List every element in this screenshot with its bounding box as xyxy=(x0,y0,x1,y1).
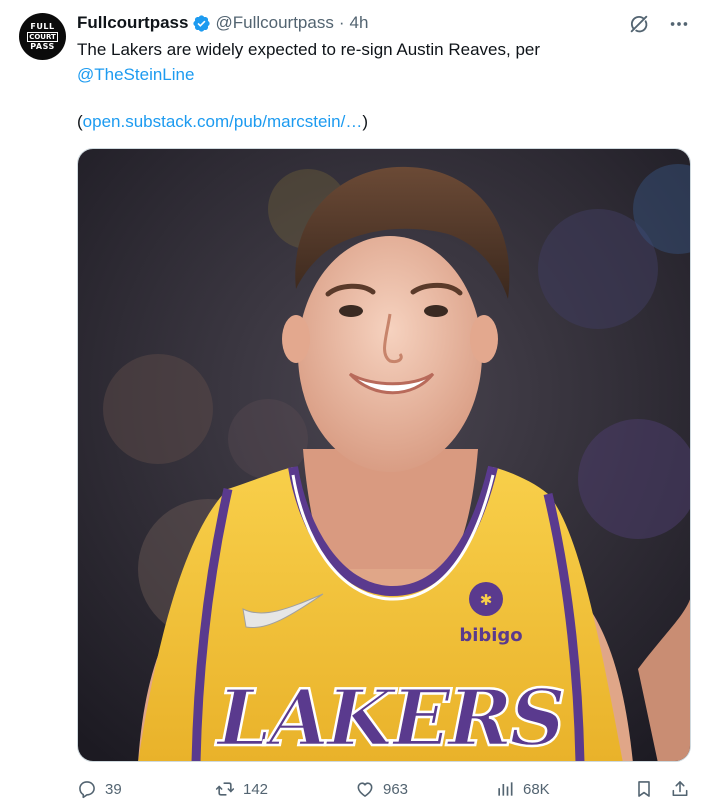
avatar-text-line-1: FULL xyxy=(30,21,55,31)
tweet[interactable]: FULL COURT PASS Fullcourtpass @Fullcourt… xyxy=(0,0,704,810)
retweet-count: 142 xyxy=(243,780,269,798)
retweet-button[interactable]: 142 xyxy=(215,779,268,799)
avatar-text-line-2: COURT xyxy=(27,31,58,42)
retweet-icon xyxy=(215,782,235,796)
share-icon xyxy=(672,781,688,797)
avatar-text-line-3: PASS xyxy=(30,41,55,51)
tweet-top-actions xyxy=(628,13,690,35)
heart-icon xyxy=(357,782,373,797)
views-button[interactable]: 68K xyxy=(495,779,550,799)
tweet-actions-bar: 39 142 963 68K xyxy=(77,775,691,803)
like-button[interactable]: 963 xyxy=(355,779,408,799)
verified-badge-icon[interactable] xyxy=(192,14,211,33)
tweet-photo[interactable]: ✱ bibigo LAKERS xyxy=(77,148,691,762)
grok-icon[interactable] xyxy=(628,13,650,35)
mention-link[interactable]: @TheSteinLine xyxy=(77,62,677,87)
avatar[interactable]: FULL COURT PASS xyxy=(19,13,66,60)
bookmark-button[interactable] xyxy=(634,779,654,799)
views-icon xyxy=(498,782,513,796)
more-options-icon[interactable] xyxy=(668,13,690,35)
reply-icon xyxy=(79,781,95,799)
svg-text:✱: ✱ xyxy=(480,591,493,609)
url-close-paren: ) xyxy=(362,112,369,131)
like-count: 963 xyxy=(383,780,409,798)
reply-button[interactable]: 39 xyxy=(77,779,122,799)
tweet-timestamp[interactable]: 4h xyxy=(350,13,369,33)
author-name[interactable]: Fullcourtpass xyxy=(77,13,188,33)
author-handle[interactable]: @Fullcourtpass xyxy=(215,13,333,33)
bookmark-icon xyxy=(638,781,650,797)
tweet-body: The Lakers are widely expected to re-sig… xyxy=(77,40,541,59)
reply-count: 39 xyxy=(105,780,122,798)
jersey-lakers-text: LAKERS xyxy=(215,673,563,762)
header-separator: · xyxy=(338,13,345,32)
tweet-header: Fullcourtpass @Fullcourtpass · 4h xyxy=(77,12,368,34)
tweet-text: The Lakers are widely expected to re-sig… xyxy=(77,37,677,134)
share-button[interactable] xyxy=(670,779,690,799)
photo-image: ✱ bibigo LAKERS xyxy=(78,149,690,762)
tweet-url-line: (open.substack.com/pub/marcstein/…) xyxy=(77,109,677,134)
jersey-sponsor-text: bibigo xyxy=(459,625,522,646)
article-link[interactable]: open.substack.com/pub/marcstein/… xyxy=(83,112,363,131)
views-count: 68K xyxy=(523,780,550,798)
